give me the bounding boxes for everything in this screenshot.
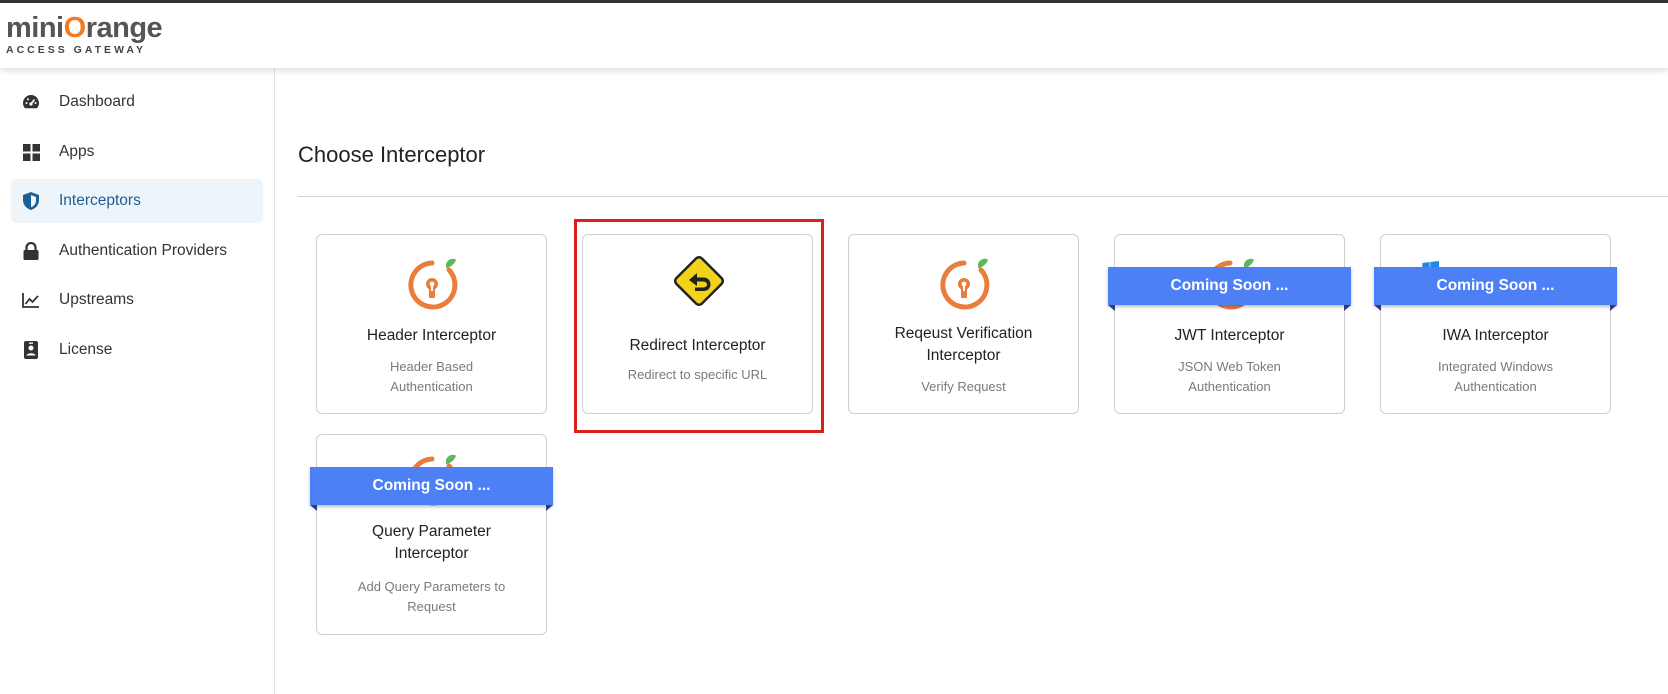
badge-icon bbox=[22, 341, 40, 359]
card-title: Header Interceptor bbox=[366, 327, 497, 344]
redirect-sign-icon bbox=[673, 255, 725, 307]
card-title: Redirect Interceptor bbox=[629, 337, 766, 354]
shield-icon bbox=[22, 192, 40, 210]
coming-soon-badge: Coming Soon ... bbox=[1374, 267, 1617, 311]
app-header: miniOrange ACCESS GATEWAY bbox=[0, 3, 1668, 68]
sidebar-item-label: Interceptors bbox=[59, 192, 141, 209]
miniorange-icon bbox=[408, 258, 458, 310]
card-description: Add Query Parameters to Request bbox=[357, 579, 506, 614]
card-title: Query Parameter Interceptor bbox=[372, 523, 491, 562]
dashboard-icon bbox=[22, 93, 40, 111]
card-description: Integrated Windows Authentication bbox=[1438, 359, 1553, 394]
card-iwa-interceptor[interactable]: Coming Soon ... IWA Interceptor Integrat… bbox=[1374, 234, 1617, 414]
sidebar-item-upstreams[interactable]: Upstreams bbox=[11, 278, 263, 322]
sidebar: Dashboard Apps Interceptors Authenticati… bbox=[0, 68, 275, 694]
sidebar-item-label: Authentication Providers bbox=[59, 242, 228, 259]
card-title: IWA Interceptor bbox=[1442, 327, 1549, 344]
logo-wordmark: miniOrange bbox=[6, 12, 163, 44]
card-description: Header Based Authentication bbox=[389, 359, 474, 394]
sidebar-item-label: License bbox=[59, 341, 113, 358]
coming-soon-badge: Coming Soon ... bbox=[310, 467, 553, 511]
card-title: JWT Interceptor bbox=[1174, 327, 1285, 344]
brand-logo[interactable]: miniOrange ACCESS GATEWAY bbox=[6, 12, 163, 56]
card-description: Verify Request bbox=[921, 379, 1006, 394]
miniorange-icon bbox=[940, 258, 990, 310]
sidebar-item-dashboard[interactable]: Dashboard bbox=[11, 80, 263, 124]
sidebar-item-authentication-providers[interactable]: Authentication Providers bbox=[11, 229, 263, 273]
card-description: Redirect to specific URL bbox=[627, 367, 768, 382]
title-divider bbox=[298, 196, 1668, 197]
card-header-interceptor[interactable]: Header Interceptor Header Based Authenti… bbox=[316, 234, 547, 414]
card-description: JSON Web Token Authentication bbox=[1178, 359, 1281, 394]
page-title: Choose Interceptor bbox=[298, 142, 486, 167]
chart-icon bbox=[22, 291, 40, 309]
sidebar-item-label: Upstreams bbox=[59, 291, 134, 308]
sidebar-item-license[interactable]: License bbox=[11, 328, 263, 372]
logo-subtitle: ACCESS GATEWAY bbox=[6, 44, 147, 56]
grid-icon bbox=[22, 143, 40, 161]
sidebar-item-interceptors[interactable]: Interceptors bbox=[11, 179, 263, 223]
card-redirect-interceptor[interactable]: Redirect Interceptor Redirect to specifi… bbox=[582, 234, 813, 414]
sidebar-item-label: Apps bbox=[59, 143, 95, 160]
coming-soon-badge: Coming Soon ... bbox=[1108, 267, 1351, 311]
lock-icon bbox=[22, 242, 40, 260]
sidebar-item-label: Dashboard bbox=[59, 93, 135, 110]
card-jwt-interceptor[interactable]: Coming Soon ... JWT Interceptor JSON Web… bbox=[1108, 234, 1351, 414]
sidebar-item-apps[interactable]: Apps bbox=[11, 130, 263, 174]
card-request-verification-interceptor[interactable]: Reqeust Verification Interceptor Verify … bbox=[848, 234, 1079, 414]
card-query-parameter-interceptor[interactable]: Coming Soon ... Query Parameter Intercep… bbox=[310, 434, 553, 635]
card-title: Reqeust Verification Interceptor bbox=[894, 325, 1033, 364]
